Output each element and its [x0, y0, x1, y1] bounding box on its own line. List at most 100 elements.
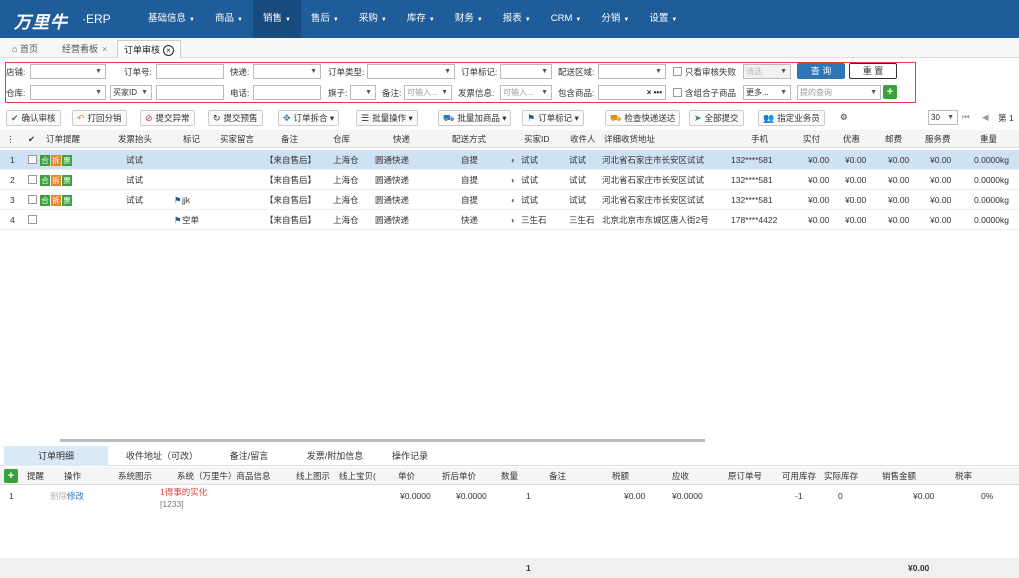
buyer-id-input[interactable] [156, 85, 224, 100]
detail-column-header-5[interactable]: 线上宝贝( [339, 467, 376, 485]
buyer-id-select[interactable]: 买家ID ▼ [110, 85, 152, 100]
column-header-6[interactable]: 快递 [393, 130, 410, 148]
submit-exception-button[interactable]: ⊘ 提交异常 [140, 110, 195, 126]
table-row[interactable]: 4 ⚑ 空单 【来自售后】 上海仓 圆通快递 快递 ◐ 三生石 三生石 北京北京市东城区唐人街2号 1… [0, 210, 1019, 230]
return-distribution-button[interactable]: ↶ 打回分销 [72, 110, 127, 126]
column-header-13[interactable]: 优惠 [843, 130, 860, 148]
row-checkbox[interactable] [28, 175, 37, 184]
submit-all-button[interactable]: ➤ 全部提交 [689, 110, 744, 126]
first-page-icon[interactable]: ⏮ [962, 112, 970, 123]
detail-column-header-14[interactable]: 实际库存 [824, 467, 858, 485]
row-checkbox[interactable] [28, 155, 37, 164]
detail-column-header-13[interactable]: 可用库存 [782, 467, 816, 485]
batch-add-goods-button[interactable]: ⛟ 批量加商品 ▾ [438, 110, 512, 126]
confirm-audit-button[interactable]: ✔ 确认审核 [6, 110, 61, 126]
app-logo[interactable]: 万里牛 [14, 8, 68, 33]
page-size-select[interactable]: 30 ▼ [928, 110, 958, 125]
batch-operation-button[interactable]: ☰ 批量操作 ▾ [356, 110, 418, 126]
select-all-check-icon[interactable]: ✔ [28, 130, 35, 148]
column-header-9[interactable]: 收件人 [570, 130, 596, 148]
combo-checkbox[interactable] [673, 88, 682, 97]
nav-item-9[interactable]: 分销 ▼ [591, 0, 639, 38]
salesman-select[interactable]: 提的查询 ▼ [797, 85, 881, 100]
nav-item-7[interactable]: 报表 ▼ [493, 0, 541, 38]
gear-icon[interactable]: ⚙ [836, 110, 852, 126]
detail-column-header-2[interactable]: 系统图示 [118, 467, 152, 485]
phone-input[interactable] [253, 85, 321, 100]
detail-column-header-9[interactable]: 备注 [549, 467, 566, 485]
detail-column-header-12[interactable]: 原订单号 [728, 467, 762, 485]
column-header-0[interactable]: 订单提醒 [46, 130, 80, 148]
detail-tab-0[interactable]: 订单明细 [4, 446, 108, 466]
nav-item-6[interactable]: 财务 ▼ [445, 0, 493, 38]
assign-salesman-button[interactable]: 👥 指定业务员 [758, 110, 825, 126]
column-header-15[interactable]: 服务费 [925, 130, 951, 148]
wangwang-icon[interactable]: ◐ [511, 170, 516, 190]
remark-input[interactable]: 可输入... ▼ [404, 85, 452, 100]
order-no-input[interactable] [156, 64, 224, 79]
detail-column-header-4[interactable]: 线上图示 [296, 467, 330, 485]
more-select[interactable]: 更多... ▼ [743, 85, 791, 100]
express-select[interactable]: ▼ [253, 64, 321, 79]
column-header-4[interactable]: 备注 [281, 130, 298, 148]
tab-dashboard[interactable]: 经营看板 × [56, 40, 113, 58]
warehouse-select[interactable]: ▼ [30, 85, 106, 100]
detail-column-header-10[interactable]: 税额 [612, 467, 629, 485]
detail-column-header-6[interactable]: 单价 [398, 467, 415, 485]
header-menu-icon[interactable]: ⋮ [6, 130, 15, 148]
table-row[interactable]: 2 合拆票 试试 【来自售后】 上海仓 圆通快递 自提 ◐ 试试 试试 河北省石家庄市长安区试试 13… [0, 170, 1019, 190]
column-header-8[interactable]: 买家ID [524, 130, 550, 148]
column-header-3[interactable]: 买家留言 [220, 130, 254, 148]
invoice-input[interactable]: 可输入... ▼ [500, 85, 552, 100]
close-circle-icon[interactable]: × [163, 45, 175, 56]
contains-goods-input[interactable]: × ••• [598, 85, 666, 100]
nav-item-10[interactable]: 设置 ▼ [639, 0, 687, 38]
detail-tab-1[interactable]: 收件地址（可改） [114, 446, 210, 466]
detail-column-header-7[interactable]: 折后单价 [442, 467, 476, 485]
detail-column-header-15[interactable]: 销售金额 [882, 467, 916, 485]
nav-item-8[interactable]: CRM ▼ [541, 0, 592, 38]
reset-button[interactable]: 重 置 [849, 63, 897, 79]
tab-home[interactable]: ⌂ 首页 [6, 40, 44, 58]
close-icon[interactable]: × [102, 44, 107, 54]
nav-item-3[interactable]: 售后 ▼ [301, 0, 349, 38]
prev-page-icon[interactable]: ◀ [982, 112, 989, 123]
query-button[interactable]: 查 询 [797, 63, 845, 79]
only-failed-checkbox[interactable] [673, 67, 682, 76]
column-header-11[interactable]: 手机 [751, 130, 768, 148]
shop-select[interactable]: ▼ [30, 64, 106, 79]
nav-item-5[interactable]: 库存 ▼ [397, 0, 445, 38]
column-header-2[interactable]: 标记 [183, 130, 200, 148]
column-header-16[interactable]: 重量 [980, 130, 997, 148]
wangwang-icon[interactable]: ◐ [511, 190, 516, 210]
column-header-10[interactable]: 详细收货地址 [604, 130, 655, 148]
nav-item-1[interactable]: 商品 ▼ [205, 0, 253, 38]
nav-item-2[interactable]: 销售 ▼ [252, 0, 301, 38]
detail-column-header-11[interactable]: 应收 [672, 467, 689, 485]
wangwang-icon[interactable]: ◐ [511, 210, 516, 230]
order-type-select[interactable]: ▼ [367, 64, 455, 79]
detail-tab-4[interactable]: 操作记录 [380, 446, 440, 466]
edit-link[interactable]: 修改 [67, 486, 84, 506]
delete-link[interactable]: 删除 [50, 486, 67, 506]
region-select[interactable]: ▼ [598, 64, 666, 79]
nav-item-0[interactable]: 基础信息 ▼ [138, 0, 205, 38]
submit-presale-button[interactable]: ↻ 提交预售 [208, 110, 263, 126]
table-row[interactable]: 3 合拆票 试试 ⚑ jjk 【来自售后】 上海仓 圆通快递 自提 ◐ 试试 试试 河北省石家庄市长安区… [0, 190, 1019, 210]
nav-item-4[interactable]: 采购 ▼ [349, 0, 397, 38]
detail-column-header-0[interactable]: 提醒 [27, 467, 44, 485]
add-row-icon[interactable]: + [4, 469, 18, 483]
detail-tab-3[interactable]: 发票/附加信息 [290, 446, 380, 466]
failed-reason-select[interactable]: 请选 ▼ [743, 64, 791, 79]
column-header-7[interactable]: 配送方式 [452, 130, 486, 148]
table-row[interactable]: 1 合拆票 试试 【来自售后】 上海仓 圆通快递 自提 ◐ 试试 试试 河北省石家庄市长安区试试 13… [0, 150, 1019, 170]
flag-select[interactable]: ▼ [350, 85, 376, 100]
tab-order-audit[interactable]: 订单审核 × [117, 40, 182, 58]
column-header-1[interactable]: 发票抬头 [118, 130, 152, 148]
order-mark-select[interactable]: ▼ [500, 64, 552, 79]
detail-column-header-16[interactable]: 税率 [955, 467, 972, 485]
wangwang-icon[interactable]: ◐ [511, 150, 516, 170]
clear-more-icon[interactable]: × ••• [647, 86, 662, 99]
detail-column-header-8[interactable]: 数量 [501, 467, 518, 485]
column-header-12[interactable]: 实付 [803, 130, 820, 148]
